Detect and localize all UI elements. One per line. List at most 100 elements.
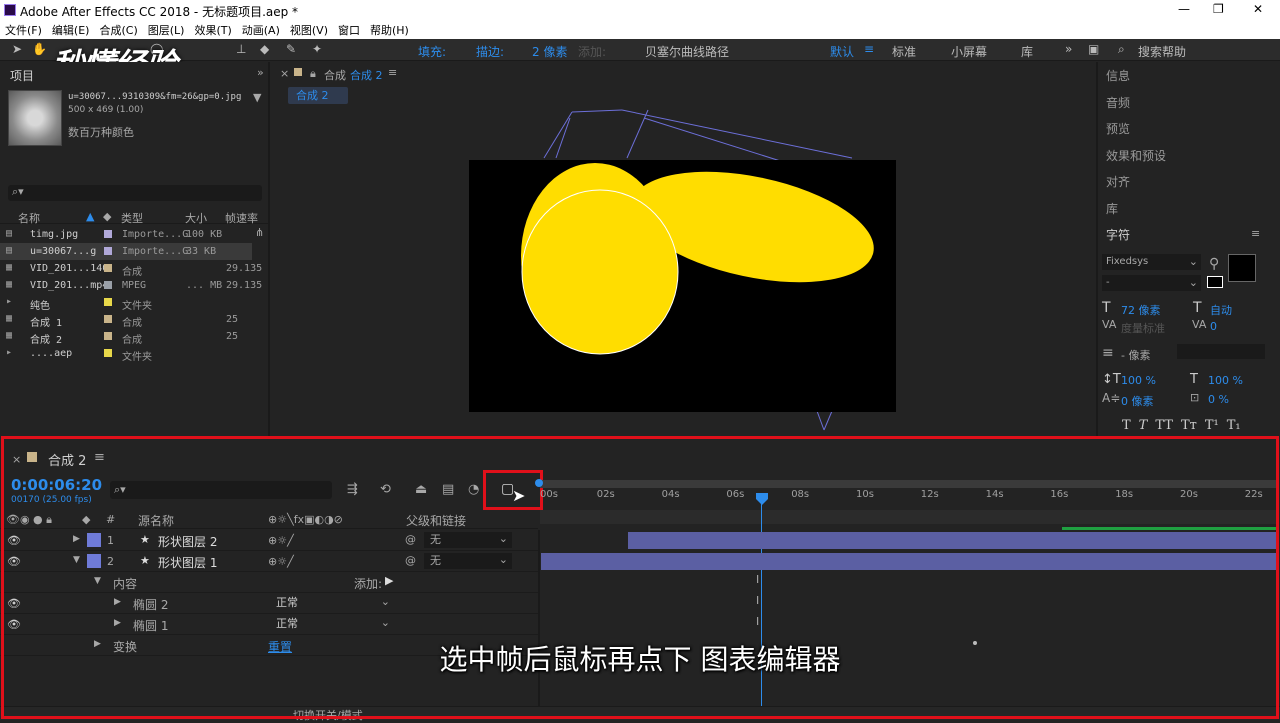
style-allcaps-button[interactable]: TT [1155,418,1173,433]
layer-name[interactable]: 形状图层 1 [158,554,217,571]
maximize-button[interactable]: ❐ [1213,2,1224,16]
eye-icon[interactable]: 👁︎ [7,555,21,568]
panel-align[interactable]: 对齐 [1106,173,1130,190]
chevron-right-icon[interactable]: » [257,66,264,79]
pickwhip-icon[interactable]: @ [405,533,416,546]
blend-mode-select[interactable]: 正常 ⌄ [270,595,394,611]
style-sub-button[interactable]: T₁ [1227,418,1241,433]
project-item[interactable]: ▦ VID_201...140 合成 29.135 [0,260,262,278]
close-button[interactable]: ✕ [1253,2,1263,16]
font-size-value[interactable]: 72 像素 [1121,302,1161,318]
timeline-tab[interactable]: 合成 2 [48,450,86,469]
project-search[interactable]: ⌕▾ [8,185,262,201]
project-tab[interactable]: 项目 [10,67,34,84]
col-source-name[interactable]: 源名称 [138,512,174,529]
panel-effects[interactable]: 效果和预设 [1106,147,1166,164]
add-button-icon[interactable]: ▶ [385,574,393,587]
dropdown-icon[interactable]: ▼ [253,91,261,104]
menu-icon[interactable]: ≡ [864,42,874,56]
tsume-value[interactable]: 0 % [1208,393,1229,406]
vscale-value[interactable]: 100 % [1121,374,1156,387]
eye-icon[interactable]: 👁︎ [7,597,21,610]
eyedropper-icon[interactable]: ⚲ [1209,256,1219,272]
project-item[interactable]: ▤ timg.jpg Importe...G 100 KB [0,226,252,243]
hand-tool-icon[interactable]: ✋ [32,42,47,56]
leading-value[interactable]: 自动 [1210,302,1232,318]
ellipse-2-label[interactable]: 椭圆 2 [133,596,168,613]
layer-2-duration-bar[interactable] [541,553,1276,570]
ellipse-1-label[interactable]: 椭圆 1 [133,617,168,634]
font-family-select[interactable]: Fixedsys ⌄ [1102,254,1201,270]
eye-icon[interactable]: 👁︎ [7,618,21,631]
blend-mode-select[interactable]: 正常 ⌄ [270,616,394,632]
menu-help[interactable]: 帮助(H) [365,20,414,38]
workspace-small[interactable]: 小屏幕 [951,43,987,60]
menu-icon[interactable]: ≡ [94,450,105,465]
workspace-standard[interactable]: 标准 [892,43,916,60]
font-style-select[interactable]: - ⌄ [1102,275,1201,291]
layer-color-swatch[interactable] [87,554,101,568]
layer-1-duration-bar[interactable] [628,532,1276,549]
menu-effect[interactable]: 效果(T) [189,20,236,38]
project-item[interactable]: ▦ VID_201...mp4 MPEG ... MB 29.135 [0,277,262,294]
roto-tool-icon[interactable]: ✎ [286,42,296,56]
pin-tool-icon[interactable]: ✦ [312,42,322,56]
comp-canvas[interactable] [272,62,1094,436]
style-super-button[interactable]: T¹ [1205,418,1219,433]
ellipse-1-row[interactable]: 👁︎ ▶ 椭圆 1 正常 ⌄ [0,614,538,635]
stamp-tool-icon[interactable]: ⊥ [236,42,246,56]
timeline-nav-bar[interactable] [540,510,1276,524]
ellipse-2-row[interactable]: 👁︎ ▶ 椭圆 2 正常 ⌄ [0,593,538,614]
time-ruler[interactable]: 00s 02s 04s 06s 08s 10s 12s 14s 16s 18s 20s 22s [540,489,1276,507]
panel-library[interactable]: 库 [1106,200,1118,217]
panel-info[interactable]: 信息 [1106,67,1130,84]
col-parent[interactable]: 父级和链接 [406,512,466,529]
col-type[interactable]: 类型 [121,210,143,226]
work-area-bar[interactable] [540,480,1276,488]
project-item[interactable]: ▸ ....aep 文件夹 [0,345,252,363]
eraser-tool-icon[interactable]: ◆ [260,42,269,56]
sync-icon[interactable]: ▣ [1088,42,1099,56]
menu-composition[interactable]: 合成(C) [94,20,142,38]
menu-animation[interactable]: 动画(A) [237,20,285,38]
chevron-right-icon[interactable]: » [1065,42,1072,56]
work-area-start-handle[interactable] [535,479,543,487]
menu-icon[interactable]: ≡ [1251,227,1260,240]
draft-3d-icon[interactable]: ⟲ [380,482,391,497]
layer-row-2[interactable]: 👁︎ ▼ 2 ★ 形状图层 1 ⊕☼╱ @ 无 ⌄ [0,551,538,572]
composition-flowchart-icon[interactable]: ⇶ [347,482,358,497]
style-bold-button[interactable]: T [1122,418,1131,433]
frame-blend-icon[interactable]: ▤ [442,482,454,497]
baseline-value[interactable]: 0 像素 [1121,393,1154,409]
fill-color-swatch[interactable] [1228,254,1256,282]
parent-select[interactable]: 无 ⌄ [424,532,512,548]
panel-character[interactable]: 字符 [1106,226,1130,243]
menu-edit[interactable]: 编辑(E) [47,20,95,38]
col-name[interactable]: 名称 [18,210,40,226]
minimize-button[interactable]: — [1178,2,1190,16]
contents-row[interactable]: ▼ 内容 添加: ▶ [0,572,538,593]
menu-layer[interactable]: 图层(L) [143,20,190,38]
stroke-width[interactable]: 2 像素 [532,43,567,60]
toggle-switches-modes[interactable]: 切换开关/模式 [293,707,363,723]
menu-file[interactable]: 文件(F) [0,20,47,38]
pickwhip-icon[interactable]: @ [405,554,416,567]
eye-icon[interactable]: 👁︎ [7,534,21,547]
layer-name[interactable]: 形状图层 2 [158,533,217,550]
expand-icon[interactable]: ▶ [114,618,121,628]
search-icon[interactable]: ⌕ [1118,42,1125,57]
layer-switches[interactable]: ⊕☼╱ [268,534,294,547]
stroke-style-select[interactable] [1177,344,1265,359]
layer-search[interactable]: ⌕▾ [110,481,332,499]
style-smallcaps-button[interactable]: Tт [1181,418,1197,433]
project-item[interactable]: ▸ 纯色 文件夹 [0,294,252,312]
flowchart-icon[interactable]: ⋔ [255,226,264,239]
style-italic-button[interactable]: T [1139,418,1148,433]
menu-view[interactable]: 视图(V) [285,20,333,38]
workspace-default[interactable]: 默认 [830,43,854,60]
project-item[interactable]: ▦ 合成 1 合成 25 [0,311,252,329]
shy-icon[interactable]: ⏏ [415,482,427,497]
project-item[interactable]: ▤ u=30067...g Importe...G 33 KB [0,243,252,260]
hscale-value[interactable]: 100 % [1208,374,1243,387]
menu-window[interactable]: 窗口 [333,20,365,38]
